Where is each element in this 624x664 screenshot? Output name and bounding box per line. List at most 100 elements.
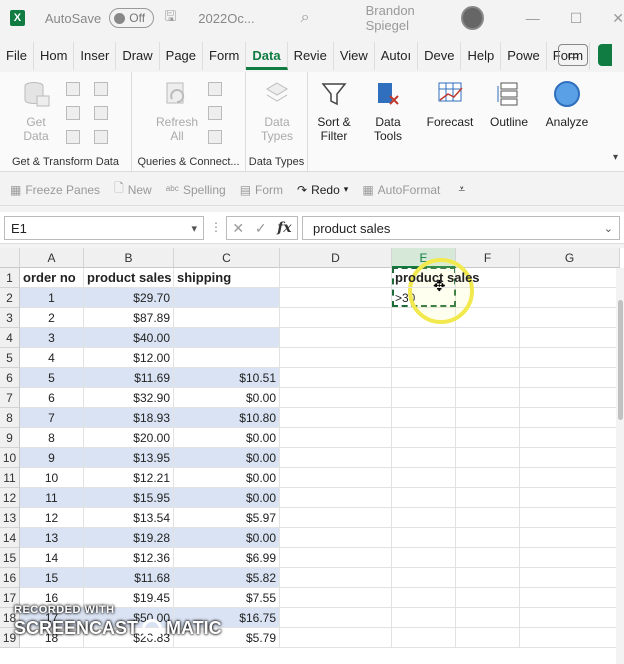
formula-input[interactable]: product sales ⌄ (302, 216, 620, 240)
cell[interactable]: product sales (84, 268, 174, 288)
row-header[interactable]: 12 (0, 488, 20, 508)
tab-7[interactable]: Revie (288, 42, 334, 70)
customize-toolbar-icon[interactable]: ⩡ (458, 182, 465, 197)
column-header-f[interactable]: F (456, 248, 520, 268)
cell[interactable]: $0.00 (174, 528, 280, 548)
column-header-g[interactable]: G (520, 248, 620, 268)
cell[interactable] (280, 528, 392, 548)
get-data-button[interactable]: Get Data (18, 80, 54, 143)
cell[interactable] (280, 348, 392, 368)
row-header[interactable]: 1 (0, 268, 20, 288)
ribbon-collapse-icon[interactable]: ▾ (613, 152, 618, 163)
search-icon[interactable]: ⌕ (301, 9, 310, 27)
cell[interactable]: $29.70 (84, 288, 174, 308)
cell[interactable]: $12.36 (84, 548, 174, 568)
cell[interactable]: $18.93 (84, 408, 174, 428)
cell[interactable]: 6 (20, 388, 84, 408)
cell[interactable] (392, 388, 456, 408)
refresh-all-button[interactable]: Refresh All (152, 80, 202, 143)
cell[interactable] (456, 528, 520, 548)
tab-3[interactable]: Draw (116, 42, 160, 70)
cell[interactable] (392, 328, 456, 348)
cell[interactable] (392, 628, 456, 648)
cell[interactable]: order no (20, 268, 84, 288)
column-header-b[interactable]: B (84, 248, 174, 268)
cell[interactable] (280, 268, 392, 288)
form-button[interactable]: ▤ Form (240, 183, 283, 197)
tab-6[interactable]: Data (246, 42, 288, 70)
edit-links-icon[interactable] (208, 130, 222, 144)
cell[interactable]: $0.00 (174, 468, 280, 488)
cell[interactable] (456, 608, 520, 628)
tab-0[interactable]: File (0, 42, 34, 70)
tab-1[interactable]: Hom (34, 42, 75, 70)
close-icon[interactable]: ✕ (612, 10, 624, 27)
cell[interactable] (280, 428, 392, 448)
cell[interactable] (392, 508, 456, 528)
cell[interactable]: $12.21 (84, 468, 174, 488)
cell[interactable]: 2 (20, 308, 84, 328)
cell[interactable] (280, 608, 392, 628)
formula-bar-grip-icon[interactable]: ⋮ (210, 220, 222, 234)
cell[interactable] (280, 488, 392, 508)
cell[interactable]: 9 (20, 448, 84, 468)
cell[interactable]: 13 (20, 528, 84, 548)
cell[interactable] (520, 408, 620, 428)
cell[interactable] (520, 468, 620, 488)
row-header[interactable]: 8 (0, 408, 20, 428)
minimize-icon[interactable]: — (526, 10, 540, 26)
cell[interactable] (280, 588, 392, 608)
cell[interactable]: $19.28 (84, 528, 174, 548)
cell[interactable] (456, 388, 520, 408)
cell[interactable] (392, 428, 456, 448)
row-header[interactable]: 14 (0, 528, 20, 548)
data-types-button[interactable]: Data Types (252, 80, 302, 143)
cell[interactable]: 5 (20, 368, 84, 388)
cell[interactable] (456, 548, 520, 568)
from-web-icon[interactable] (66, 106, 80, 120)
new-button[interactable]: 🗋 New (114, 179, 152, 200)
row-header[interactable]: 16 (0, 568, 20, 588)
tab-2[interactable]: Inser (74, 42, 117, 70)
cell[interactable]: $20.00 (84, 428, 174, 448)
row-header[interactable]: 11 (0, 468, 20, 488)
analyze-button[interactable]: Analyze (542, 80, 592, 129)
cell[interactable] (520, 488, 620, 508)
cell[interactable] (174, 348, 280, 368)
cell[interactable]: 15 (20, 568, 84, 588)
cell[interactable] (520, 608, 620, 628)
cell[interactable] (280, 328, 392, 348)
row-header[interactable]: 15 (0, 548, 20, 568)
cell[interactable] (174, 308, 280, 328)
cell[interactable] (280, 308, 392, 328)
spelling-button[interactable]: ᵃᵇᶜ Spelling (166, 183, 226, 197)
tab-11[interactable]: Help (461, 42, 502, 70)
cell[interactable]: 12 (20, 508, 84, 528)
tab-12[interactable]: Powe (501, 42, 547, 70)
cell[interactable] (520, 528, 620, 548)
from-picture-icon[interactable] (94, 130, 108, 144)
cell[interactable] (280, 468, 392, 488)
recent-sources-icon[interactable] (94, 82, 108, 96)
row-header[interactable]: 5 (0, 348, 20, 368)
tab-4[interactable]: Page (160, 42, 204, 70)
cell[interactable] (520, 288, 620, 308)
cell[interactable]: $0.00 (174, 448, 280, 468)
insert-function-icon[interactable]: fx (277, 220, 291, 236)
save-icon[interactable]: 🖫 (164, 6, 176, 30)
freeze-panes-button[interactable]: ▦ Freeze Panes (10, 183, 100, 197)
expand-formula-icon[interactable]: ⌄ (604, 222, 613, 235)
cell[interactable]: 3 (20, 328, 84, 348)
cell[interactable] (456, 408, 520, 428)
scrollbar-thumb[interactable] (618, 300, 623, 420)
cell[interactable] (280, 568, 392, 588)
cell[interactable] (392, 468, 456, 488)
cell[interactable]: $15.95 (84, 488, 174, 508)
name-box[interactable]: E1 ▾ (4, 216, 204, 240)
column-header-a[interactable]: A (20, 248, 84, 268)
cell[interactable] (392, 608, 456, 628)
cell[interactable] (456, 468, 520, 488)
tab-9[interactable]: Autoı (375, 42, 419, 70)
cell[interactable] (520, 628, 620, 648)
cell[interactable]: $13.95 (84, 448, 174, 468)
